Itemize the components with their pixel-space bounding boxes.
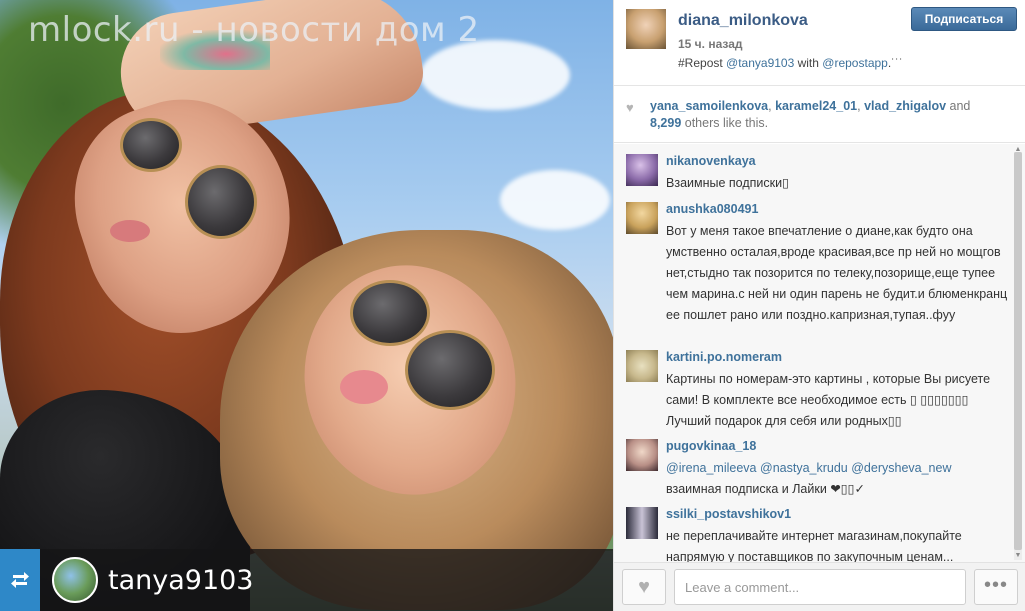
commenter-avatar[interactable] <box>626 350 658 382</box>
repost-icon[interactable] <box>0 549 40 611</box>
comment-text: не переплачивайте интернет магазинам,пок… <box>666 529 962 562</box>
comment-item: anushka080491 Вот у меня такое впечатлен… <box>614 202 1014 340</box>
photo-lips <box>110 220 150 242</box>
post-details-panel: diana_milonkova 15 ч. назад #Repost @tan… <box>613 0 1025 611</box>
photo-sunglasses-lens <box>185 165 257 239</box>
repost-user-avatar[interactable] <box>52 557 98 603</box>
photo-lips <box>340 370 388 404</box>
more-options-button[interactable]: ••• <box>974 569 1018 605</box>
comment-text: Взаимные подписки▯ <box>666 176 789 190</box>
post-photo: mlock.ru - новости дом 2 tanya9103 <box>0 0 613 611</box>
photo-cloud <box>500 170 610 230</box>
caption-mention[interactable]: @tanya9103 <box>726 56 794 70</box>
photo-sunglasses-lens <box>120 118 182 172</box>
commenter-username[interactable]: pugovkinaa_18 <box>666 439 756 453</box>
post-header: diana_milonkova 15 ч. назад #Repost @tan… <box>614 0 1025 86</box>
comment-text: Вот у меня такое впечатление о диане,как… <box>666 224 1008 322</box>
comments-scrollbar[interactable] <box>1014 152 1022 560</box>
comment-mention[interactable]: @derysheva_new <box>851 461 951 475</box>
commenter-username[interactable]: nikanovenkaya <box>666 154 756 168</box>
comment-text: @irena_mileeva @nastya_krudu @derysheva_… <box>666 458 1011 500</box>
liker-username[interactable]: karamel24_01 <box>775 99 857 113</box>
liker-username[interactable]: vlad_zhigalov <box>864 99 946 113</box>
repost-bar: tanya9103 <box>0 549 613 611</box>
follow-button[interactable]: Подписаться <box>911 7 1017 31</box>
post-timestamp: 15 ч. назад <box>678 37 743 51</box>
comment-footer: ♥ ••• <box>614 562 1025 611</box>
comment-input[interactable] <box>674 569 966 605</box>
caption-text: #Repost <box>678 56 727 70</box>
commenter-avatar[interactable] <box>626 202 658 234</box>
commenter-avatar[interactable] <box>626 154 658 186</box>
caption-text: with <box>794 56 823 70</box>
comments-list: nikanovenkaya Взаимные подписки▯ anushka… <box>614 144 1025 562</box>
likes-summary: ♥ yana_samoilenkova, karamel24_01, vlad_… <box>614 87 1025 143</box>
like-button[interactable]: ♥ <box>622 569 666 605</box>
comment-body: взаимная подписка и Лайки ❤▯▯✓ <box>666 482 865 496</box>
repost-username[interactable]: tanya9103 <box>108 565 253 596</box>
comment-item: nikanovenkaya Взаимные подписки▯ <box>614 154 1014 196</box>
commenter-username[interactable]: anushka080491 <box>666 202 758 216</box>
scrollbar-thumb[interactable] <box>1014 152 1022 550</box>
author-username[interactable]: diana_milonkova <box>678 12 808 30</box>
commenter-username[interactable]: ssilki_postavshikov1 <box>666 507 791 521</box>
likes-count[interactable]: 8,299 <box>650 116 681 130</box>
comment-item: ssilki_postavshikov1 не переплачивайте и… <box>614 507 1014 562</box>
comment-item: kartini.po.nomeram Картины по номерам-эт… <box>614 350 1014 434</box>
photo-cloud <box>420 40 570 110</box>
liker-username[interactable]: yana_samoilenkova <box>650 99 768 113</box>
heart-icon: ♥ <box>626 100 634 115</box>
caption-ellipsis: .˙˙˙ <box>887 56 904 70</box>
likes-and-text: and <box>946 99 971 113</box>
comment-text: Картины по номерам-это картины , которые… <box>666 372 991 428</box>
watermark-text: mlock.ru - новости дом 2 <box>28 10 480 50</box>
likes-others-text: others like this. <box>681 116 769 130</box>
photo-sunglasses-lens <box>405 330 495 410</box>
heart-icon: ♥ <box>638 576 650 598</box>
commenter-username[interactable]: kartini.po.nomeram <box>666 350 782 364</box>
comment-mention[interactable]: @nastya_krudu <box>760 461 848 475</box>
photo-sunglasses-lens <box>350 280 430 346</box>
post-caption: #Repost @tanya9103 with @repostapp.˙˙˙ <box>678 56 903 70</box>
comment-item: pugovkinaa_18 @irena_mileeva @nastya_kru… <box>614 439 1014 503</box>
caption-mention[interactable]: @repostapp <box>822 56 888 70</box>
comment-mention[interactable]: @irena_mileeva <box>666 461 757 475</box>
commenter-avatar[interactable] <box>626 439 658 471</box>
commenter-avatar[interactable] <box>626 507 658 539</box>
author-avatar[interactable] <box>626 9 666 49</box>
scroll-down-arrow-icon[interactable]: ▼ <box>1014 552 1022 560</box>
